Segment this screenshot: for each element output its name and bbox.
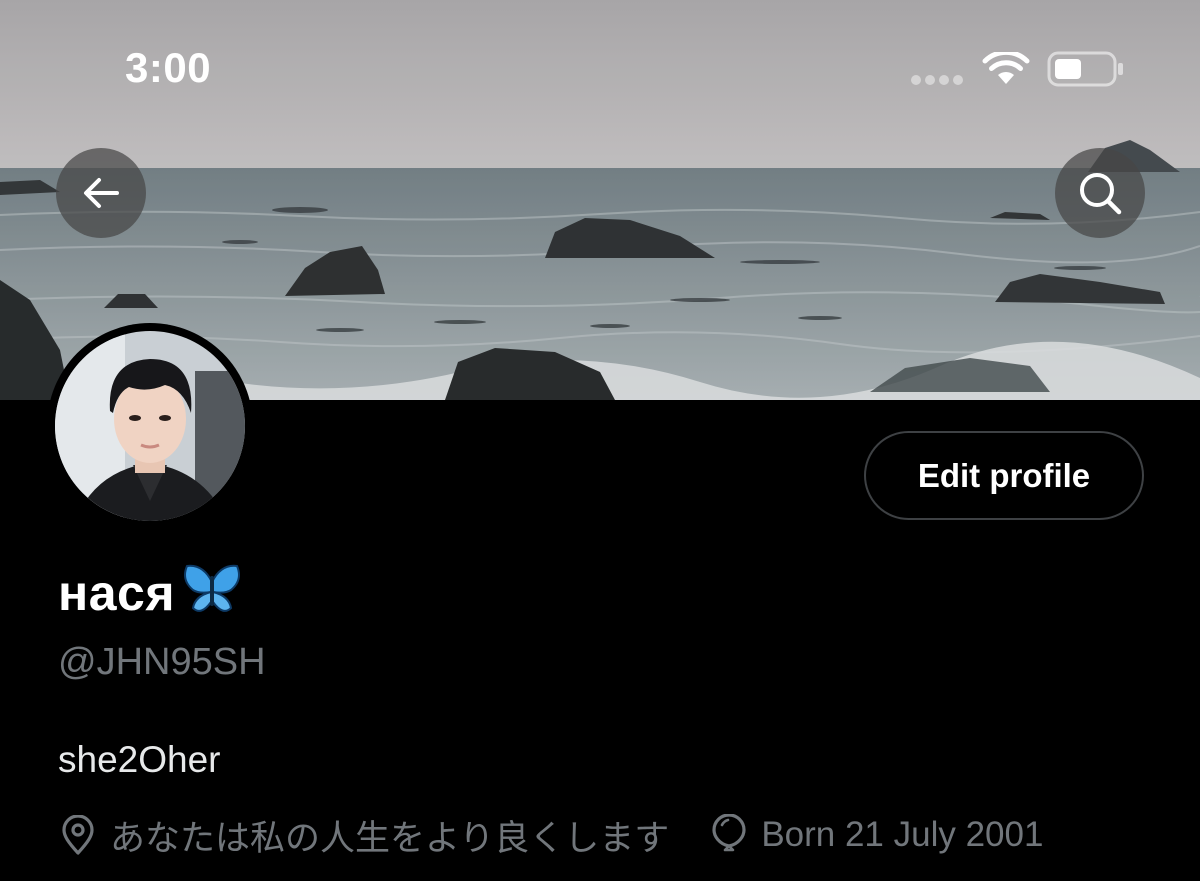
user-handle: @JHN95SH xyxy=(58,641,266,683)
balloon-icon xyxy=(712,814,746,852)
back-button[interactable] xyxy=(56,148,146,238)
display-name: нася xyxy=(58,562,243,623)
battery-icon xyxy=(1047,51,1127,92)
birthday-item: Born 21 July 2001 xyxy=(711,814,1043,856)
location-item: あなたは私の人生をより良くします xyxy=(60,810,669,861)
profile-meta-row: あなたは私の人生をより良くします Born 21 July 2001 xyxy=(60,810,1043,860)
display-name-text: нася xyxy=(58,564,175,621)
location-text: あなたは私の人生をより良くします xyxy=(110,818,670,858)
profile-avatar[interactable] xyxy=(47,323,253,529)
edit-profile-button[interactable]: Edit profile xyxy=(864,431,1144,520)
cellular-signal-icon xyxy=(911,75,963,85)
profile-bio: she2Oher xyxy=(58,739,221,780)
arrow-left-icon xyxy=(84,178,119,208)
birthday-text: Born 21 July 2001 xyxy=(761,815,1044,854)
wifi-icon xyxy=(982,49,1030,91)
search-button[interactable] xyxy=(1055,148,1145,238)
status-bar-time: 3:00 xyxy=(125,44,212,91)
search-icon xyxy=(1080,173,1122,215)
profile-screen: 3:00 Edit profile нася @JHN95SH she2Oher… xyxy=(0,0,1200,881)
butterfly-emoji-icon xyxy=(181,562,243,623)
avatar-photo xyxy=(55,331,245,521)
location-pin-icon xyxy=(62,815,94,855)
